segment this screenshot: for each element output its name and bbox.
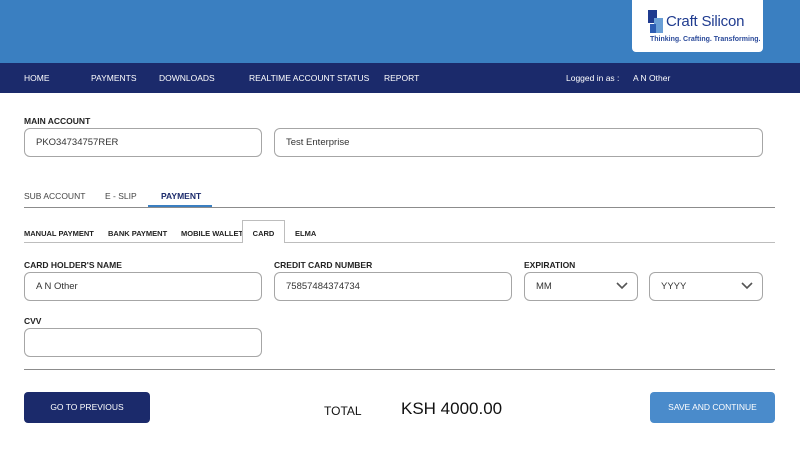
subtab-elma[interactable]: ELMA — [295, 229, 316, 238]
subtab-card-label: CARD — [252, 229, 275, 238]
main-account-label: MAIN ACCOUNT — [24, 116, 91, 126]
tab-e-slip[interactable]: E - SLIP — [105, 191, 137, 201]
chevron-down-icon — [741, 282, 753, 290]
nav-item-downloads[interactable]: DOWNLOADS — [159, 63, 215, 93]
total-amount: KSH 4000.00 — [401, 399, 503, 418]
expiration-month-select[interactable]: MM — [524, 272, 638, 301]
tab-payment[interactable]: PAYMENT — [161, 191, 201, 201]
footer-divider — [24, 369, 775, 370]
expiration-label: EXPIRATION — [524, 260, 576, 270]
card-number-label: CREDIT CARD NUMBER — [274, 260, 373, 270]
main-account-number-input[interactable] — [24, 128, 262, 157]
main-account-name-input[interactable] — [274, 128, 763, 157]
expiration-month-value: MM — [536, 281, 552, 292]
subtabs-divider-left — [24, 242, 242, 243]
subtab-mobile-wallet[interactable]: MOBILE WALLET — [181, 229, 243, 238]
brand-name: Craft Silicon — [666, 13, 745, 30]
logged-in-user: A N Other — [633, 73, 671, 83]
card-holder-label: CARD HOLDER'S NAME — [24, 260, 122, 270]
card-holder-input[interactable] — [24, 272, 262, 301]
brand-logo[interactable]: Craft Silicon Thinking. Crafting. Transf… — [632, 0, 763, 52]
go-to-previous-button[interactable]: GO TO PREVIOUS — [24, 392, 150, 423]
nav-item-home[interactable]: HOME — [24, 63, 50, 93]
tabs-divider — [24, 207, 775, 208]
total-label: TOTAL — [324, 404, 362, 418]
cvv-label: CVV — [24, 316, 42, 326]
subtab-card[interactable]: CARD — [242, 220, 285, 243]
chevron-down-icon — [616, 282, 628, 290]
cvv-input[interactable] — [24, 328, 262, 357]
save-and-continue-button[interactable]: SAVE AND CONTINUE — [650, 392, 775, 423]
logo-squares-icon — [648, 10, 664, 34]
logged-in-label: Logged in as : — [566, 73, 620, 83]
subtabs-divider-right — [285, 242, 775, 243]
nav-item-realtime-account-status[interactable]: REALTIME ACCOUNT STATUS — [249, 63, 369, 93]
tab-sub-account[interactable]: SUB ACCOUNT — [24, 191, 85, 201]
subtab-manual-payment[interactable]: MANUAL PAYMENT — [24, 229, 94, 238]
expiration-year-select[interactable]: YYYY — [649, 272, 763, 301]
subtab-bank-payment[interactable]: BANK PAYMENT — [108, 229, 167, 238]
expiration-year-value: YYYY — [661, 281, 687, 292]
brand-tagline: Thinking. Crafting. Transforming. — [650, 36, 761, 43]
card-number-input[interactable] — [274, 272, 512, 301]
nav-item-payments[interactable]: PAYMENTS — [91, 63, 137, 93]
nav-item-report[interactable]: REPORT — [384, 63, 419, 93]
main-nav: HOME PAYMENTS DOWNLOADS REALTIME ACCOUNT… — [0, 63, 800, 93]
